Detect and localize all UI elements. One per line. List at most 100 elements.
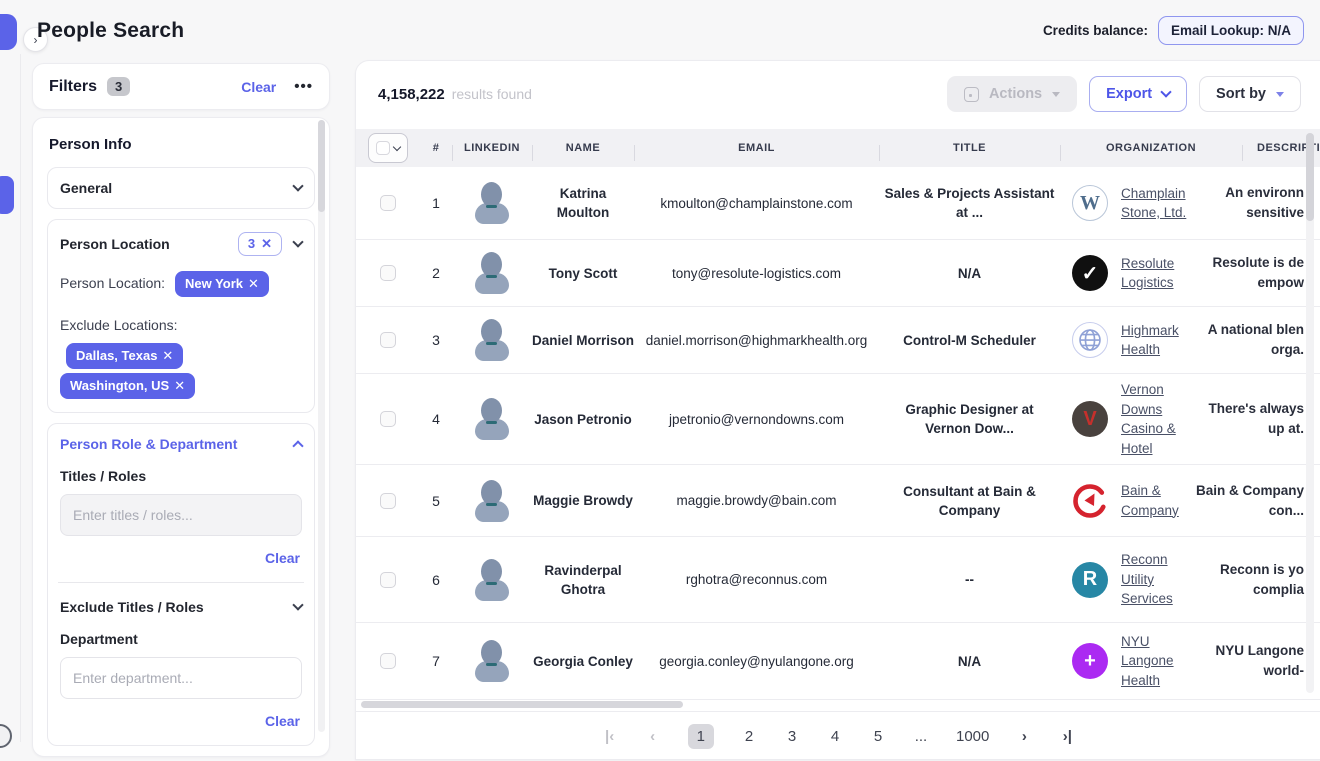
- chevron-up-icon[interactable]: [292, 440, 303, 451]
- column-header-description[interactable]: DESCRIPTION: [1242, 142, 1304, 154]
- person-avatar[interactable]: [472, 479, 512, 523]
- location-chip[interactable]: New York✕: [175, 271, 269, 297]
- user-avatar[interactable]: [0, 724, 12, 748]
- person-avatar[interactable]: [472, 318, 512, 362]
- pagination: |‹ ‹ 12345...1000 › ›|: [356, 711, 1320, 761]
- person-location-chips: Person Location: New York✕: [60, 268, 302, 298]
- row-checkbox[interactable]: [380, 653, 396, 669]
- person-avatar[interactable]: [472, 251, 512, 295]
- select-all-checkbox[interactable]: [376, 141, 390, 155]
- actions-icon: [964, 87, 979, 102]
- page-button[interactable]: 2: [741, 728, 757, 745]
- chevron-down-icon[interactable]: [393, 142, 401, 150]
- department-input[interactable]: [60, 657, 302, 699]
- email-lookup-credits-button[interactable]: Email Lookup: N/A: [1158, 16, 1304, 45]
- table-row[interactable]: 7 Georgia Conley georgia.conley@nyulango…: [356, 623, 1320, 700]
- sidebar-scrollbar[interactable]: [318, 120, 325, 732]
- table-row[interactable]: 6 Ravinderpal Ghotra rghotra@reconnus.co…: [356, 537, 1320, 623]
- organization-link[interactable]: Reconn Utility Services: [1121, 550, 1203, 609]
- exclude-location-chip[interactable]: Washington, US✕: [60, 373, 195, 399]
- row-checkbox[interactable]: [380, 265, 396, 281]
- filter-section-general[interactable]: General: [47, 167, 315, 209]
- person-avatar[interactable]: [472, 558, 512, 602]
- filters-title: Filters: [49, 78, 97, 96]
- column-header-num[interactable]: #: [420, 142, 452, 154]
- page-button[interactable]: 1000: [956, 728, 989, 745]
- table-row[interactable]: 2 Tony Scott tony@resolute-logistics.com…: [356, 240, 1320, 307]
- remove-icon[interactable]: ✕: [174, 378, 185, 393]
- table-row[interactable]: 3 Daniel Morrison daniel.morrison@highma…: [356, 307, 1320, 374]
- table-row[interactable]: 5 Maggie Browdy maggie.browdy@bain.com C…: [356, 465, 1320, 537]
- chevron-down-icon[interactable]: [292, 236, 303, 247]
- organization-link[interactable]: Resolute Logistics: [1121, 254, 1203, 293]
- person-avatar[interactable]: [472, 181, 512, 225]
- page-button[interactable]: 5: [870, 728, 886, 745]
- column-header-email[interactable]: EMAIL: [634, 142, 879, 154]
- results-count: 4,158,222: [378, 86, 445, 103]
- vertical-scrollbar[interactable]: [1306, 133, 1314, 693]
- linkedin-cell[interactable]: [452, 181, 532, 225]
- row-checkbox[interactable]: [380, 332, 396, 348]
- column-header-title[interactable]: TITLE: [879, 142, 1060, 154]
- person-avatar[interactable]: [472, 397, 512, 441]
- last-page-icon[interactable]: ›|: [1059, 728, 1075, 745]
- row-checkbox[interactable]: [380, 572, 396, 588]
- column-header-organization[interactable]: ORGANIZATION: [1060, 142, 1242, 154]
- remove-icon[interactable]: ✕: [261, 236, 272, 251]
- row-number: 7: [420, 653, 452, 669]
- page-button[interactable]: 4: [827, 728, 843, 745]
- exclude-location-chip[interactable]: Dallas, Texas✕: [66, 343, 183, 369]
- column-header-name[interactable]: NAME: [532, 142, 634, 154]
- scrollbar-thumb[interactable]: [318, 120, 325, 212]
- row-number: 3: [420, 332, 452, 348]
- linkedin-cell[interactable]: [452, 318, 532, 362]
- person-avatar[interactable]: [472, 639, 512, 683]
- column-header-linkedin[interactable]: LINKEDIN: [452, 142, 532, 154]
- chevron-down-icon[interactable]: [292, 599, 303, 610]
- page-button[interactable]: 1: [688, 724, 714, 749]
- organization-link[interactable]: Champlain Stone, Ltd.: [1121, 184, 1203, 223]
- row-number: 4: [420, 411, 452, 427]
- table-row[interactable]: 1 Katrina Moulton kmoulton@champlainston…: [356, 167, 1320, 240]
- organization-link[interactable]: Bain & Company: [1121, 481, 1203, 520]
- titles-roles-input[interactable]: [60, 494, 302, 536]
- titles-roles-label: Titles / Roles: [60, 468, 302, 484]
- organization-link[interactable]: Highmark Health: [1121, 321, 1203, 360]
- linkedin-cell[interactable]: [452, 251, 532, 295]
- actions-button[interactable]: Actions: [947, 76, 1077, 112]
- linkedin-cell[interactable]: [452, 479, 532, 523]
- linkedin-cell[interactable]: [452, 639, 532, 683]
- person-name: Katrina Moulton: [532, 184, 634, 222]
- chevron-down-icon[interactable]: [292, 180, 303, 191]
- organization-description: A national blen orga.: [1242, 320, 1304, 360]
- role-department-label: Person Role & Department: [60, 436, 237, 452]
- export-button[interactable]: Export: [1089, 76, 1187, 112]
- titles-clear-link[interactable]: Clear: [60, 550, 300, 566]
- scrollbar-thumb[interactable]: [1306, 133, 1314, 221]
- linkedin-cell[interactable]: [452, 397, 532, 441]
- remove-icon[interactable]: ✕: [248, 276, 259, 291]
- select-all-control[interactable]: [368, 133, 408, 163]
- department-clear-link[interactable]: Clear: [60, 713, 300, 729]
- next-page-icon[interactable]: ›: [1016, 728, 1032, 745]
- remove-icon[interactable]: ✕: [162, 348, 173, 363]
- filters-clear-link[interactable]: Clear: [241, 79, 276, 95]
- scrollbar-thumb[interactable]: [361, 701, 683, 708]
- app-logo: [0, 14, 17, 50]
- table-row[interactable]: 4 Jason Petronio jpetronio@vernondowns.c…: [356, 374, 1320, 465]
- page-button[interactable]: 3: [784, 728, 800, 745]
- person-title: Graphic Designer at Vernon Dow...: [879, 400, 1060, 438]
- linkedin-cell[interactable]: [452, 558, 532, 602]
- sidebar-active-item[interactable]: [0, 176, 14, 214]
- organization-link[interactable]: NYU Langone Health: [1121, 632, 1203, 691]
- previous-page-icon[interactable]: ‹: [645, 728, 661, 745]
- horizontal-scrollbar[interactable]: [361, 701, 1320, 708]
- first-page-icon[interactable]: |‹: [602, 728, 618, 745]
- row-checkbox[interactable]: [380, 493, 396, 509]
- organization-link[interactable]: Vernon Downs Casino & Hotel: [1121, 380, 1203, 458]
- sort-by-button[interactable]: Sort by: [1199, 76, 1301, 112]
- location-count-badge[interactable]: 3✕: [238, 232, 282, 256]
- row-checkbox[interactable]: [380, 411, 396, 427]
- row-checkbox[interactable]: [380, 195, 396, 211]
- more-options-icon[interactable]: •••: [294, 78, 313, 95]
